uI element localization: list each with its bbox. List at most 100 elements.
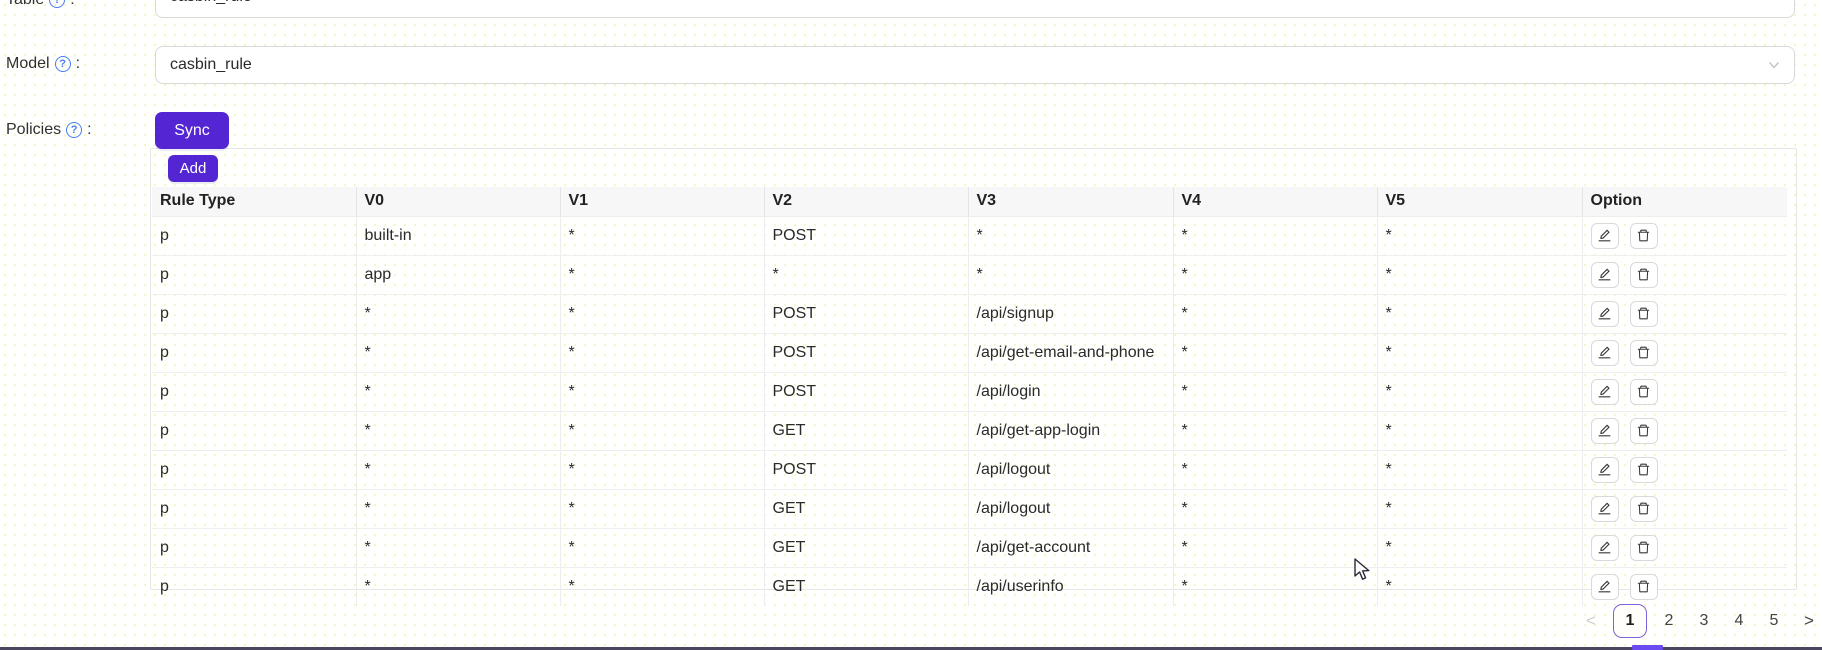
edit-button[interactable] — [1591, 535, 1619, 561]
pagination-page-1[interactable]: 1 — [1613, 604, 1647, 638]
column-header-v3: V3 — [968, 187, 1173, 216]
cell-option — [1582, 489, 1787, 528]
edit-icon — [1597, 228, 1612, 243]
delete-button[interactable] — [1630, 379, 1658, 405]
cell-v2: GET — [764, 567, 968, 606]
cell-rule-type: p — [152, 489, 356, 528]
delete-button[interactable] — [1630, 418, 1658, 444]
edit-button[interactable] — [1591, 379, 1619, 405]
cell-v3: /api/userinfo — [968, 567, 1173, 606]
delete-button[interactable] — [1630, 223, 1658, 249]
cell-option — [1582, 567, 1787, 606]
edit-button[interactable] — [1591, 301, 1619, 327]
delete-button[interactable] — [1630, 301, 1658, 327]
table-field-label: Table ? : — [6, 0, 75, 9]
cell-v0: * — [356, 411, 560, 450]
cell-v3: /api/logout — [968, 450, 1173, 489]
cell-v2: POST — [764, 450, 968, 489]
label-colon: : — [87, 121, 91, 139]
cell-v3: * — [968, 216, 1173, 255]
cell-v2: POST — [764, 372, 968, 411]
cell-rule-type: p — [152, 411, 356, 450]
cell-option — [1582, 372, 1787, 411]
policies-table: Rule Type V0 V1 V2 V3 V4 V5 Option p bui… — [152, 187, 1787, 606]
edit-icon — [1597, 267, 1612, 282]
help-icon[interactable]: ? — [66, 122, 82, 138]
cell-v1: * — [560, 489, 764, 528]
cell-v0: built-in — [356, 216, 560, 255]
policy-table-body: p built-in * POST * * * p — [152, 216, 1787, 606]
edit-icon — [1597, 345, 1612, 360]
cell-rule-type: p — [152, 528, 356, 567]
help-icon[interactable]: ? — [55, 56, 71, 72]
delete-icon — [1636, 540, 1651, 555]
model-select[interactable]: casbin_rule — [155, 46, 1795, 84]
policy-row: p * * GET /api/userinfo * * — [152, 567, 1787, 606]
cell-v3: /api/login — [968, 372, 1173, 411]
cell-v2: POST — [764, 294, 968, 333]
delete-button[interactable] — [1630, 457, 1658, 483]
policy-row: p built-in * POST * * * — [152, 216, 1787, 255]
delete-button[interactable] — [1630, 574, 1658, 600]
pagination: < 1 2 3 4 5 > — [1578, 604, 1822, 638]
cell-v0: * — [356, 567, 560, 606]
policy-row: p * * GET /api/get-app-login * * — [152, 411, 1787, 450]
edit-button[interactable] — [1591, 457, 1619, 483]
cell-v5: * — [1377, 372, 1582, 411]
delete-icon — [1636, 306, 1651, 321]
delete-button[interactable] — [1630, 340, 1658, 366]
cell-v2: POST — [764, 216, 968, 255]
policy-row: p * * GET /api/get-account * * — [152, 528, 1787, 567]
column-header-v4: V4 — [1173, 187, 1377, 216]
sync-button[interactable]: Sync — [155, 112, 229, 149]
delete-button[interactable] — [1630, 262, 1658, 288]
pagination-page-2[interactable]: 2 — [1656, 604, 1682, 638]
cell-v1: * — [560, 567, 764, 606]
cell-v2: GET — [764, 411, 968, 450]
model-field-label: Model ? : — [6, 55, 80, 73]
edit-icon — [1597, 462, 1612, 477]
cell-option — [1582, 411, 1787, 450]
delete-button[interactable] — [1630, 496, 1658, 522]
pagination-prev-button[interactable]: < — [1578, 604, 1604, 638]
cell-v3: /api/get-account — [968, 528, 1173, 567]
delete-icon — [1636, 462, 1651, 477]
policies-panel: Add Rule Type V0 V1 V2 V3 V4 V5 Option — [150, 148, 1797, 590]
edit-button[interactable] — [1591, 574, 1619, 600]
edit-button[interactable] — [1591, 418, 1619, 444]
delete-icon — [1636, 579, 1651, 594]
cell-v3: * — [968, 255, 1173, 294]
help-icon[interactable]: ? — [49, 0, 65, 8]
edit-button[interactable] — [1591, 340, 1619, 366]
cell-v0: * — [356, 372, 560, 411]
cell-v1: * — [560, 450, 764, 489]
policy-row: p * * POST /api/logout * * — [152, 450, 1787, 489]
model-select-value: casbin_rule — [170, 56, 252, 74]
cell-v3: /api/get-email-and-phone — [968, 333, 1173, 372]
add-button[interactable]: Add — [168, 155, 218, 182]
policy-row: p * * GET /api/logout * * — [152, 489, 1787, 528]
cell-v3: /api/get-app-login — [968, 411, 1173, 450]
policies-label-text: Policies — [6, 121, 61, 139]
table-name-input[interactable]: casbin_rule — [155, 0, 1795, 18]
edit-button[interactable] — [1591, 496, 1619, 522]
pagination-page-3[interactable]: 3 — [1691, 604, 1717, 638]
cell-v4: * — [1173, 255, 1377, 294]
cell-v2: GET — [764, 528, 968, 567]
edit-button[interactable] — [1591, 262, 1619, 288]
delete-button[interactable] — [1630, 535, 1658, 561]
policy-row: p * * POST /api/signup * * — [152, 294, 1787, 333]
cell-v4: * — [1173, 216, 1377, 255]
pagination-page-5[interactable]: 5 — [1761, 604, 1787, 638]
pagination-next-button[interactable]: > — [1796, 604, 1822, 638]
pagination-page-4[interactable]: 4 — [1726, 604, 1752, 638]
table-header-row: Rule Type V0 V1 V2 V3 V4 V5 Option — [152, 187, 1787, 216]
edit-icon — [1597, 423, 1612, 438]
cell-v4: * — [1173, 489, 1377, 528]
delete-icon — [1636, 384, 1651, 399]
edit-button[interactable] — [1591, 223, 1619, 249]
table-label-text: Table — [6, 0, 44, 9]
progress-indicator — [1632, 645, 1663, 650]
cell-option — [1582, 216, 1787, 255]
mouse-cursor — [1353, 558, 1375, 582]
